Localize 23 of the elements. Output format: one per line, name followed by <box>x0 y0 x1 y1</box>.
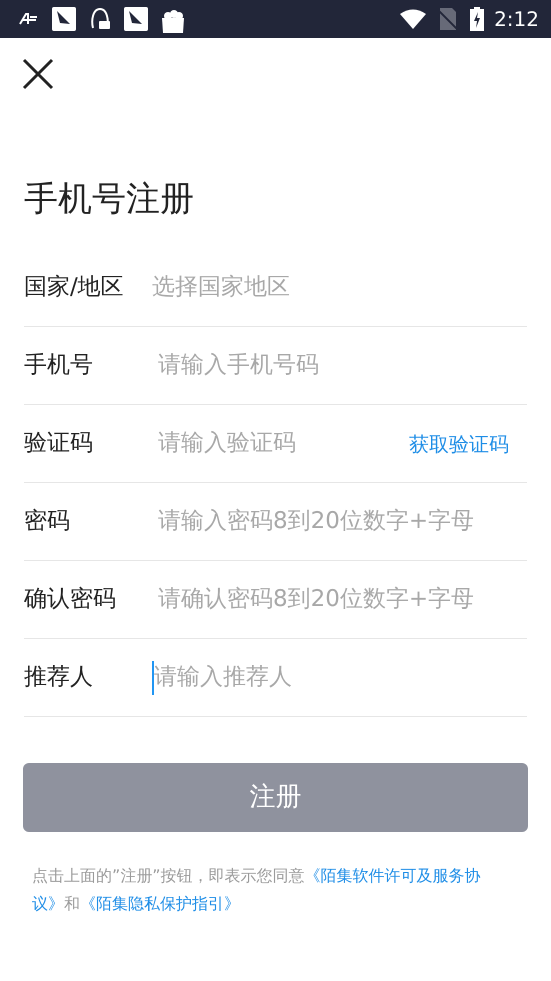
field-label: 验证码 <box>24 429 94 458</box>
page-title: 手机号注册 <box>24 178 195 221</box>
field-label: 确认密码 <box>24 585 117 614</box>
field-label: 推荐人 <box>24 663 94 692</box>
battery-icon <box>470 7 484 31</box>
input-field[interactable]: 请输入验证码 <box>152 426 409 461</box>
close-button[interactable] <box>22 58 54 90</box>
app-icon <box>52 7 76 31</box>
country-selector[interactable]: 选择国家地区 <box>152 270 527 305</box>
input-field[interactable]: 请确认密码8到20位数字+字母 <box>152 582 527 617</box>
field-label: 国家/地区 <box>24 273 125 302</box>
app-icon <box>18 13 38 25</box>
wifi-icon <box>400 9 426 29</box>
input-field[interactable]: 请输入推荐人 <box>154 660 527 695</box>
terms-text: 点击上面的”注册”按钮，即表示您同意《陌集软件许可及服务协议》和《陌集隐私保护指引》 <box>32 865 482 915</box>
clock: 2:12 <box>494 6 539 33</box>
app-icon <box>124 7 148 31</box>
no-sim-icon <box>438 8 458 30</box>
field-label: 手机号 <box>24 351 94 380</box>
get-code-link[interactable]: 获取验证码 <box>409 428 509 458</box>
field-label: 密码 <box>24 507 71 536</box>
input-field[interactable]: 请输入密码8到20位数字+字母 <box>152 504 527 539</box>
input-field[interactable]: 请输入手机号码 <box>152 348 527 383</box>
